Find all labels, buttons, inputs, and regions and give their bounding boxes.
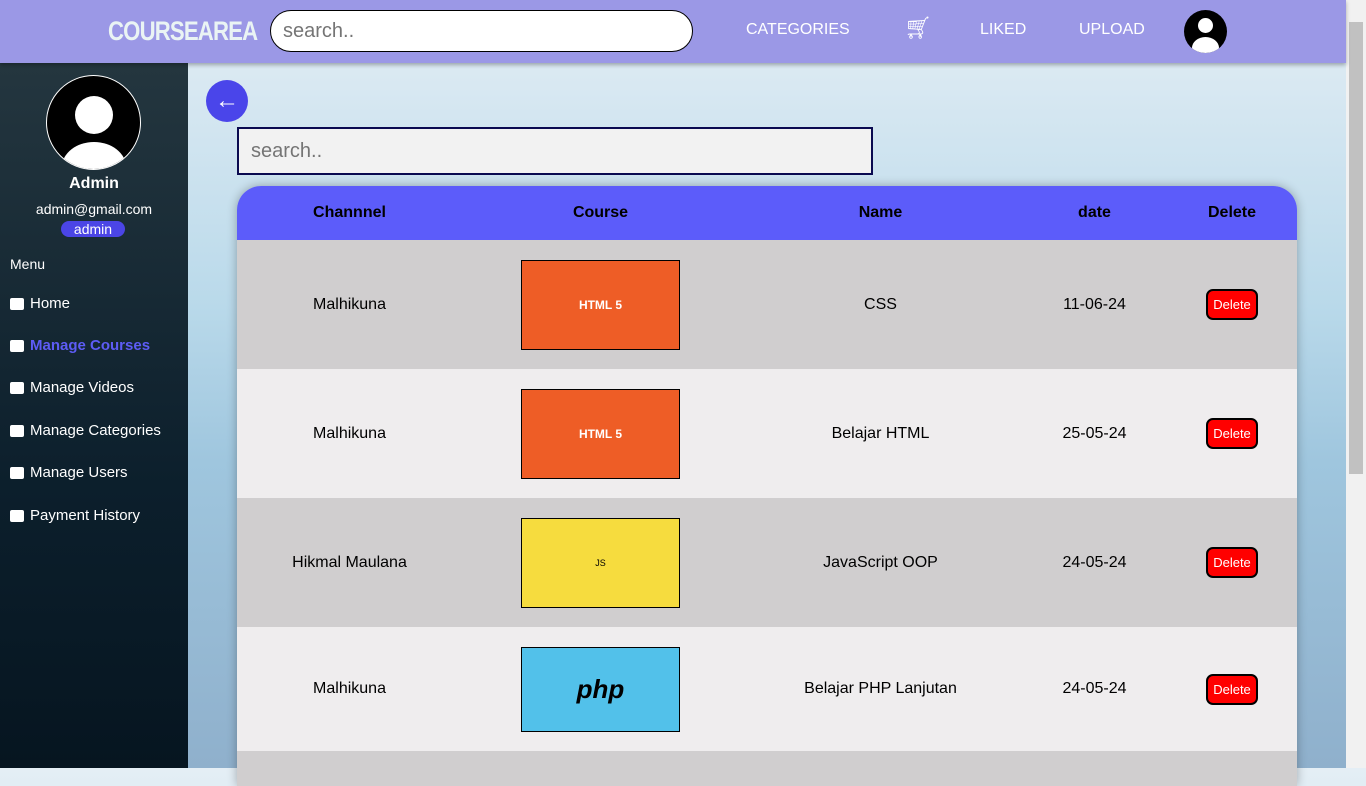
course-thumbnail[interactable]: JS <box>521 517 680 608</box>
sidebar-item-label: Home <box>30 295 71 312</box>
sidebar-item-home[interactable]: Home <box>10 295 70 312</box>
nav-categories[interactable]: CATEGORIES <box>746 21 850 39</box>
back-button[interactable]: ← <box>206 80 248 122</box>
course-thumbnail[interactable]: HTML 5 <box>521 259 680 350</box>
col-date: date <box>1078 204 1111 221</box>
channel-cell: Malhikuna <box>313 295 386 313</box>
table-row <box>237 751 1297 786</box>
col-course: Course <box>572 204 629 221</box>
sidebar-item-label: Manage Videos <box>30 379 134 396</box>
sidebar-item-label: Manage Courses <box>30 337 151 354</box>
profile-email: admin@gmail.com <box>35 201 153 217</box>
scrollbar-thumb[interactable] <box>1349 22 1363 474</box>
credit-card-icon <box>10 509 24 522</box>
name-cell: CSS <box>864 295 897 313</box>
courses-table: Channnel Course Name date Delete Malhiku… <box>237 186 1297 786</box>
sidebar-item-manage-videos[interactable]: Manage Videos <box>10 379 134 396</box>
course-thumbnail[interactable]: php <box>521 646 680 732</box>
cart-icon[interactable]: 🛒︎ <box>904 15 932 41</box>
name-cell: JavaScript OOP <box>823 553 938 571</box>
table-row: Hikmal Maulana JS JavaScript OOP 24-05-2… <box>237 498 1297 627</box>
play-icon <box>10 381 24 394</box>
col-name: Name <box>858 204 903 221</box>
channel-cell: Malhikuna <box>313 680 386 697</box>
sidebar-item-label: Payment History <box>30 507 141 524</box>
table-row: Malhikuna HTML 5 Belajar HTML 25-05-24 D… <box>237 369 1297 498</box>
date-cell: 24-05-24 <box>1062 553 1127 571</box>
course-search-input[interactable] <box>237 127 873 175</box>
user-avatar[interactable] <box>1184 10 1227 53</box>
sidebar: Admin admin@gmail.com admin Menu Home Ma… <box>0 63 188 768</box>
date-cell: 25-05-24 <box>1062 424 1127 442</box>
top-navbar: COURSEAREA CATEGORIES 🛒︎ LIKED UPLOAD <box>0 0 1346 63</box>
header-search-input[interactable] <box>270 10 693 52</box>
delete-button[interactable]: Delete <box>1206 673 1258 705</box>
name-cell: Belajar HTML <box>831 424 930 442</box>
date-cell: 24-05-24 <box>1062 680 1127 697</box>
nav-liked[interactable]: LIKED <box>980 21 1026 39</box>
table-header: Channnel Course Name date Delete <box>237 186 1297 240</box>
date-cell: 11-06-24 <box>1063 295 1126 313</box>
name-cell: Belajar PHP Lanjutan <box>804 680 957 697</box>
channel-cell: Hikmal Maulana <box>292 553 407 571</box>
logo[interactable]: COURSEAREA <box>108 16 258 47</box>
profile-avatar <box>46 75 141 170</box>
arrow-left-icon: ← <box>215 87 239 114</box>
home-icon <box>10 297 24 310</box>
layers-icon <box>10 424 24 437</box>
col-channel: Channnel <box>313 204 386 221</box>
table-row: Malhikuna php Belajar PHP Lanjutan 24-05… <box>237 627 1297 751</box>
sidebar-item-manage-courses[interactable]: Manage Courses <box>10 337 150 354</box>
delete-button[interactable]: Delete <box>1206 289 1258 320</box>
sidebar-item-manage-categories[interactable]: Manage Categories <box>10 422 161 439</box>
table-row: Malhikuna HTML 5 CSS 11-06-24 Delete <box>237 240 1297 369</box>
sidebar-item-manage-users[interactable]: Manage Users <box>10 464 128 481</box>
sidebar-item-payment-history[interactable]: Payment History <box>10 507 140 524</box>
course-thumbnail[interactable]: HTML 5 <box>521 388 680 479</box>
scrollbar[interactable] <box>1346 0 1366 768</box>
sidebar-item-label: Manage Categories <box>30 422 161 439</box>
channel-cell: Malhikuna <box>313 424 386 442</box>
menu-heading: Menu <box>10 256 46 272</box>
monitor-icon <box>10 339 24 352</box>
delete-button[interactable]: Delete <box>1206 418 1258 449</box>
col-delete: Delete <box>1207 204 1257 221</box>
user-card-icon <box>10 466 24 479</box>
profile-name: Admin <box>69 175 119 192</box>
delete-button[interactable]: Delete <box>1206 547 1258 578</box>
sidebar-item-label: Manage Users <box>30 464 128 481</box>
role-badge: admin <box>61 221 125 237</box>
nav-upload[interactable]: UPLOAD <box>1079 21 1145 39</box>
